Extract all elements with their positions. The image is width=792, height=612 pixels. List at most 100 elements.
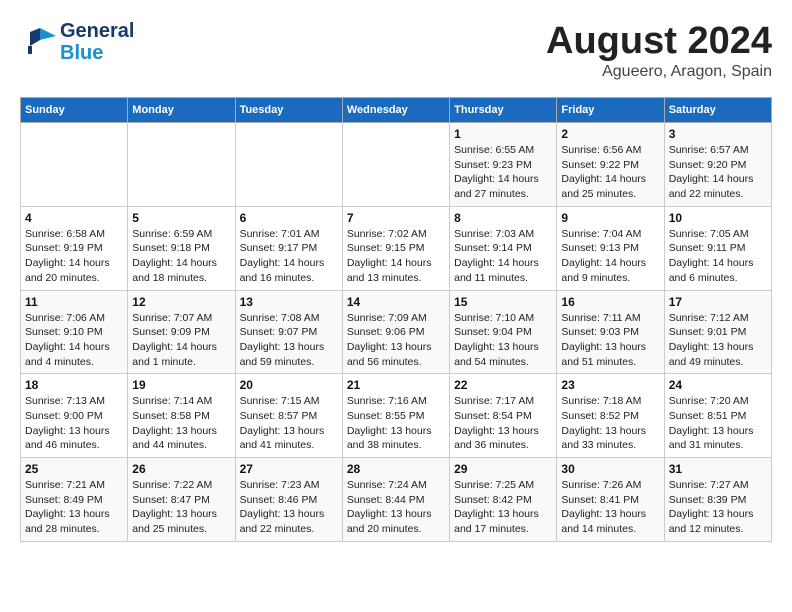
day-number: 16 — [561, 295, 659, 309]
calendar-week-row: 18 Sunrise: 7:13 AM Sunset: 9:00 PM Dayli… — [21, 374, 772, 458]
calendar-cell: 31 Sunrise: 7:27 AM Sunset: 8:39 PM Dayli… — [664, 458, 771, 542]
column-header-monday: Monday — [128, 98, 235, 123]
day-number: 22 — [454, 378, 552, 392]
calendar-cell: 13 Sunrise: 7:08 AM Sunset: 9:07 PM Dayli… — [235, 290, 342, 374]
calendar-cell: 30 Sunrise: 7:26 AM Sunset: 8:41 PM Dayli… — [557, 458, 664, 542]
day-number: 9 — [561, 211, 659, 225]
calendar-table: SundayMondayTuesdayWednesdayThursdayFrid… — [20, 97, 772, 542]
day-number: 29 — [454, 462, 552, 476]
calendar-cell: 25 Sunrise: 7:21 AM Sunset: 8:49 PM Dayli… — [21, 458, 128, 542]
day-info: Sunrise: 7:03 AM Sunset: 9:14 PM Dayligh… — [454, 227, 552, 286]
calendar-cell: 23Sunrise: 7:18 AM Sunset: 8:52 PM Dayli… — [557, 374, 664, 458]
day-info: Sunrise: 7:17 AM Sunset: 8:54 PM Dayligh… — [454, 394, 552, 453]
calendar-cell: 19 Sunrise: 7:14 AM Sunset: 8:58 PM Dayli… — [128, 374, 235, 458]
day-number: 30 — [561, 462, 659, 476]
day-number: 5 — [132, 211, 230, 225]
day-number: 17 — [669, 295, 767, 309]
day-number: 6 — [240, 211, 338, 225]
day-info: Sunrise: 7:21 AM Sunset: 8:49 PM Dayligh… — [25, 478, 123, 537]
calendar-cell — [342, 123, 449, 207]
calendar-cell: 12 Sunrise: 7:07 AM Sunset: 9:09 PM Dayli… — [128, 290, 235, 374]
day-info: Sunrise: 7:05 AM Sunset: 9:11 PM Dayligh… — [669, 227, 767, 286]
day-number: 12 — [132, 295, 230, 309]
day-number: 19 — [132, 378, 230, 392]
day-number: 21 — [347, 378, 445, 392]
calendar-cell: 6 Sunrise: 7:01 AM Sunset: 9:17 PM Daylig… — [235, 206, 342, 290]
day-info: Sunrise: 7:27 AM Sunset: 8:39 PM Dayligh… — [669, 478, 767, 537]
day-number: 11 — [25, 295, 123, 309]
logo-blue-text: Blue — [60, 42, 134, 64]
day-info: Sunrise: 7:02 AM Sunset: 9:15 PM Dayligh… — [347, 227, 445, 286]
day-number: 13 — [240, 295, 338, 309]
logo-icon — [20, 22, 56, 63]
logo: General Blue — [20, 20, 134, 64]
calendar-cell: 16 Sunrise: 7:11 AM Sunset: 9:03 PM Dayli… — [557, 290, 664, 374]
day-info: Sunrise: 7:06 AM Sunset: 9:10 PM Dayligh… — [25, 311, 123, 370]
calendar-cell: 17Sunrise: 7:12 AM Sunset: 9:01 PM Dayli… — [664, 290, 771, 374]
day-info: Sunrise: 7:23 AM Sunset: 8:46 PM Dayligh… — [240, 478, 338, 537]
day-number: 31 — [669, 462, 767, 476]
column-header-saturday: Saturday — [664, 98, 771, 123]
calendar-cell: 5Sunrise: 6:59 AM Sunset: 9:18 PM Daylig… — [128, 206, 235, 290]
day-info: Sunrise: 7:08 AM Sunset: 9:07 PM Dayligh… — [240, 311, 338, 370]
day-number: 18 — [25, 378, 123, 392]
calendar-cell: 11 Sunrise: 7:06 AM Sunset: 9:10 PM Dayli… — [21, 290, 128, 374]
day-info: Sunrise: 7:22 AM Sunset: 8:47 PM Dayligh… — [132, 478, 230, 537]
day-number: 27 — [240, 462, 338, 476]
calendar-cell: 26Sunrise: 7:22 AM Sunset: 8:47 PM Dayli… — [128, 458, 235, 542]
day-info: Sunrise: 7:24 AM Sunset: 8:44 PM Dayligh… — [347, 478, 445, 537]
calendar-cell: 1Sunrise: 6:55 AM Sunset: 9:23 PM Daylig… — [450, 123, 557, 207]
day-info: Sunrise: 7:14 AM Sunset: 8:58 PM Dayligh… — [132, 394, 230, 453]
calendar-cell: 22 Sunrise: 7:17 AM Sunset: 8:54 PM Dayli… — [450, 374, 557, 458]
calendar-cell: 28 Sunrise: 7:24 AM Sunset: 8:44 PM Dayli… — [342, 458, 449, 542]
location: Agueero, Aragon, Spain — [546, 63, 772, 81]
day-number: 10 — [669, 211, 767, 225]
column-header-friday: Friday — [557, 98, 664, 123]
day-info: Sunrise: 7:01 AM Sunset: 9:17 PM Dayligh… — [240, 227, 338, 286]
day-number: 15 — [454, 295, 552, 309]
calendar-cell — [128, 123, 235, 207]
calendar-cell: 2Sunrise: 6:56 AM Sunset: 9:22 PM Daylig… — [557, 123, 664, 207]
day-number: 28 — [347, 462, 445, 476]
day-info: Sunrise: 7:26 AM Sunset: 8:41 PM Dayligh… — [561, 478, 659, 537]
calendar-cell: 24Sunrise: 7:20 AM Sunset: 8:51 PM Dayli… — [664, 374, 771, 458]
day-info: Sunrise: 7:07 AM Sunset: 9:09 PM Dayligh… — [132, 311, 230, 370]
column-header-sunday: Sunday — [21, 98, 128, 123]
day-number: 7 — [347, 211, 445, 225]
calendar-cell: 20 Sunrise: 7:15 AM Sunset: 8:57 PM Dayli… — [235, 374, 342, 458]
calendar-week-row: 11 Sunrise: 7:06 AM Sunset: 9:10 PM Dayli… — [21, 290, 772, 374]
day-number: 20 — [240, 378, 338, 392]
day-info: Sunrise: 7:16 AM Sunset: 8:55 PM Dayligh… — [347, 394, 445, 453]
day-info: Sunrise: 7:11 AM Sunset: 9:03 PM Dayligh… — [561, 311, 659, 370]
calendar-cell: 8 Sunrise: 7:03 AM Sunset: 9:14 PM Daylig… — [450, 206, 557, 290]
column-header-tuesday: Tuesday — [235, 98, 342, 123]
logo-text: General Blue — [60, 20, 134, 64]
calendar-cell: 29 Sunrise: 7:25 AM Sunset: 8:42 PM Dayli… — [450, 458, 557, 542]
day-number: 24 — [669, 378, 767, 392]
day-info: Sunrise: 7:25 AM Sunset: 8:42 PM Dayligh… — [454, 478, 552, 537]
calendar-week-row: 1Sunrise: 6:55 AM Sunset: 9:23 PM Daylig… — [21, 123, 772, 207]
day-info: Sunrise: 7:13 AM Sunset: 9:00 PM Dayligh… — [25, 394, 123, 453]
day-number: 25 — [25, 462, 123, 476]
day-info: Sunrise: 7:15 AM Sunset: 8:57 PM Dayligh… — [240, 394, 338, 453]
calendar-cell: 10 Sunrise: 7:05 AM Sunset: 9:11 PM Dayli… — [664, 206, 771, 290]
page-header: General Blue August 2024 Agueero, Aragon… — [20, 20, 772, 81]
calendar-cell: 7 Sunrise: 7:02 AM Sunset: 9:15 PM Daylig… — [342, 206, 449, 290]
calendar-week-row: 4Sunrise: 6:58 AM Sunset: 9:19 PM Daylig… — [21, 206, 772, 290]
calendar-cell: 21 Sunrise: 7:16 AM Sunset: 8:55 PM Dayli… — [342, 374, 449, 458]
day-number: 2 — [561, 127, 659, 141]
calendar-cell: 27 Sunrise: 7:23 AM Sunset: 8:46 PM Dayli… — [235, 458, 342, 542]
month-title: August 2024 — [546, 20, 772, 63]
calendar-week-row: 25 Sunrise: 7:21 AM Sunset: 8:49 PM Dayli… — [21, 458, 772, 542]
day-info: Sunrise: 6:55 AM Sunset: 9:23 PM Dayligh… — [454, 143, 552, 202]
column-header-thursday: Thursday — [450, 98, 557, 123]
day-info: Sunrise: 7:04 AM Sunset: 9:13 PM Dayligh… — [561, 227, 659, 286]
calendar-cell: 4Sunrise: 6:58 AM Sunset: 9:19 PM Daylig… — [21, 206, 128, 290]
day-number: 3 — [669, 127, 767, 141]
calendar-cell: 9 Sunrise: 7:04 AM Sunset: 9:13 PM Daylig… — [557, 206, 664, 290]
title-block: August 2024 Agueero, Aragon, Spain — [546, 20, 772, 81]
day-number: 8 — [454, 211, 552, 225]
calendar-cell: 15Sunrise: 7:10 AM Sunset: 9:04 PM Dayli… — [450, 290, 557, 374]
calendar-cell: 3Sunrise: 6:57 AM Sunset: 9:20 PM Daylig… — [664, 123, 771, 207]
logo-general-text: General — [60, 20, 134, 42]
